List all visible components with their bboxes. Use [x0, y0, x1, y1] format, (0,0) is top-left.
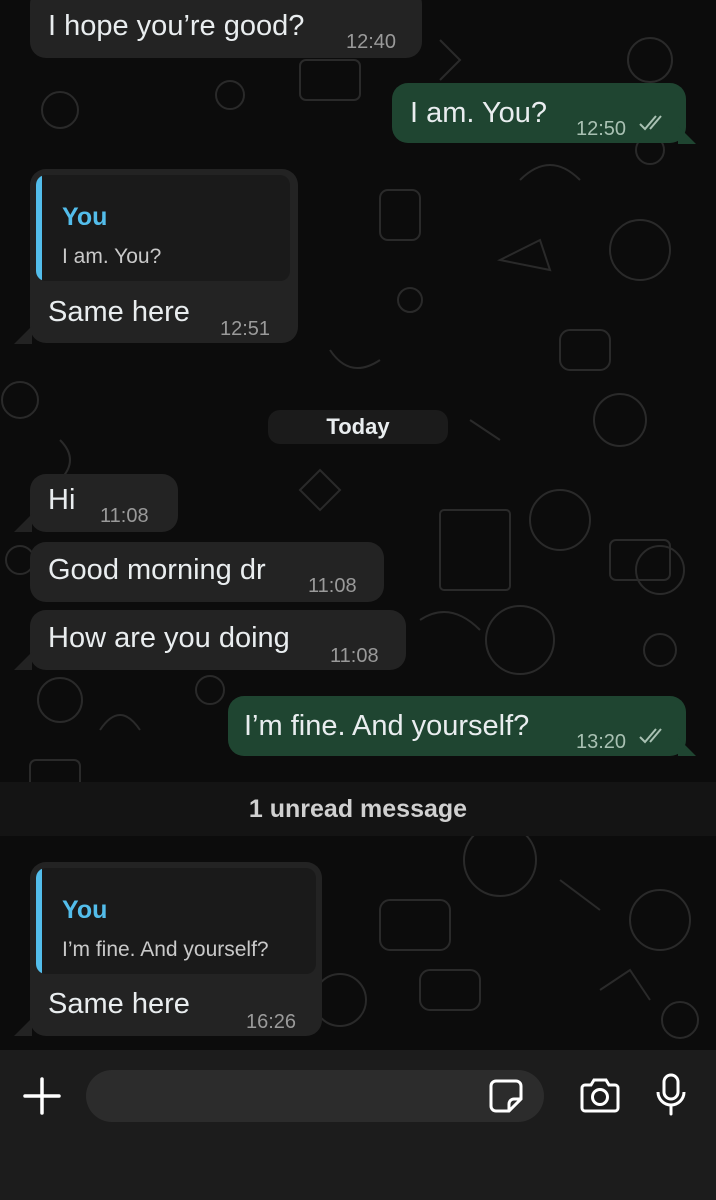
quoted-message[interactable]: You I’m fine. And yourself?	[36, 868, 316, 974]
sticker-icon[interactable]	[488, 1078, 524, 1114]
quote-author: You	[62, 896, 108, 924]
outgoing-tail	[678, 126, 696, 144]
message-time: 12:50	[576, 118, 627, 140]
double-check-icon	[639, 115, 662, 131]
message-time: 11:08	[330, 645, 379, 667]
message-time: 16:26	[246, 1011, 297, 1033]
message-time: 12:51	[220, 318, 271, 340]
incoming-reply-message[interactable]: You I am. You? Same here 12:51	[30, 169, 298, 343]
message-text: Hi	[48, 484, 76, 516]
camera-icon[interactable]	[578, 1078, 622, 1114]
incoming-reply-message[interactable]: You I’m fine. And yourself? Same here 16…	[30, 862, 322, 1036]
quote-accent-bar	[36, 175, 42, 281]
message-time: 13:20	[576, 731, 627, 753]
message-text: Same here	[48, 988, 190, 1020]
incoming-tail	[14, 652, 32, 670]
message-time: 12:40	[346, 31, 397, 53]
plus-icon[interactable]	[22, 1076, 62, 1116]
message-time: 11:08	[308, 575, 357, 597]
incoming-tail	[14, 1018, 32, 1036]
message-text: Same here	[48, 296, 190, 328]
double-check-icon	[639, 728, 662, 744]
message-time: 11:08	[100, 505, 149, 527]
unread-banner: 1 unread message	[0, 782, 716, 836]
incoming-message[interactable]: Hi 11:08	[30, 474, 178, 532]
quoted-message[interactable]: You I am. You?	[36, 175, 290, 281]
microphone-icon[interactable]	[654, 1072, 688, 1118]
incoming-tail	[14, 514, 32, 532]
outgoing-tail	[678, 738, 696, 756]
incoming-message[interactable]: Good morning dr 11:08	[30, 542, 384, 602]
quote-author: You	[62, 203, 108, 231]
date-chip: Today	[268, 410, 448, 444]
incoming-message[interactable]: How are you doing 11:08	[30, 610, 406, 670]
quote-text: I am. You?	[62, 245, 162, 268]
incoming-message[interactable]: I hope you’re good? 12:40	[30, 0, 422, 58]
incoming-tail	[14, 326, 32, 344]
message-text: I am. You?	[410, 97, 548, 129]
outgoing-message[interactable]: I’m fine. And yourself? 13:20	[228, 696, 686, 756]
message-input[interactable]	[86, 1070, 544, 1122]
message-text: How are you doing	[48, 622, 290, 654]
quote-accent-bar	[36, 868, 42, 974]
outgoing-message[interactable]: I am. You? 12:50	[392, 83, 686, 143]
message-text: I’m fine. And yourself?	[244, 710, 530, 742]
message-text: Good morning dr	[48, 554, 266, 586]
quote-text: I’m fine. And yourself?	[62, 938, 269, 961]
message-text: I hope you’re good?	[48, 10, 305, 42]
